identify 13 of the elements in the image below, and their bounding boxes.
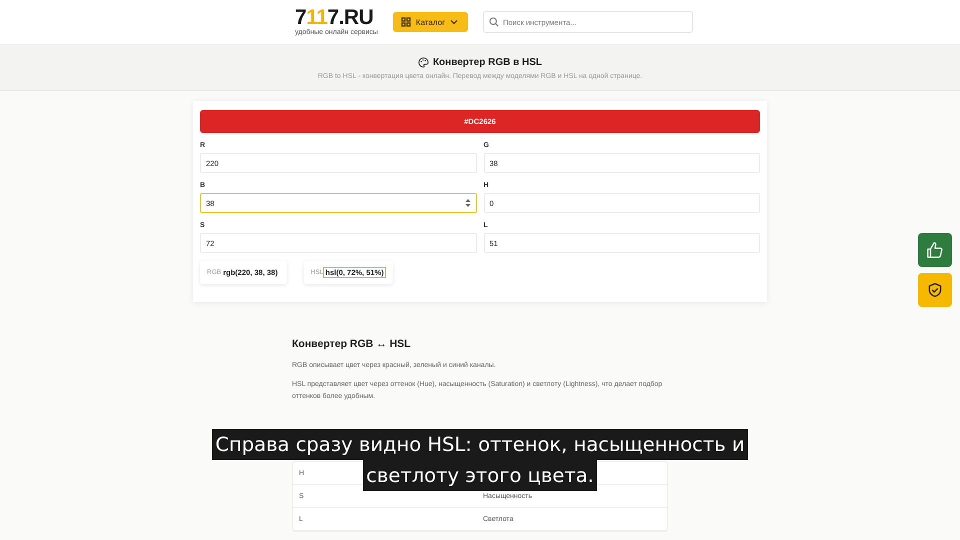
thumbs-up-icon	[926, 241, 944, 259]
shield-button[interactable]	[918, 273, 952, 307]
like-button[interactable]	[918, 233, 952, 267]
article-heading: Конвертер RGB ↔ HSL	[292, 338, 412, 350]
subtitle-caption: Справа сразу видно HSL: оттенок, насыщенность и	[212, 429, 748, 460]
subtitle-caption: светлоту этого цвета.	[363, 460, 597, 491]
palette-icon	[418, 57, 429, 68]
shield-check-icon	[927, 282, 943, 298]
spinner-icon	[464, 198, 470, 208]
grid-icon	[400, 17, 411, 27]
caret-icon	[450, 19, 458, 25]
page-title: Конвертер RGB в HSL	[432, 57, 542, 68]
catalog-button[interactable]: Каталог	[392, 12, 468, 32]
